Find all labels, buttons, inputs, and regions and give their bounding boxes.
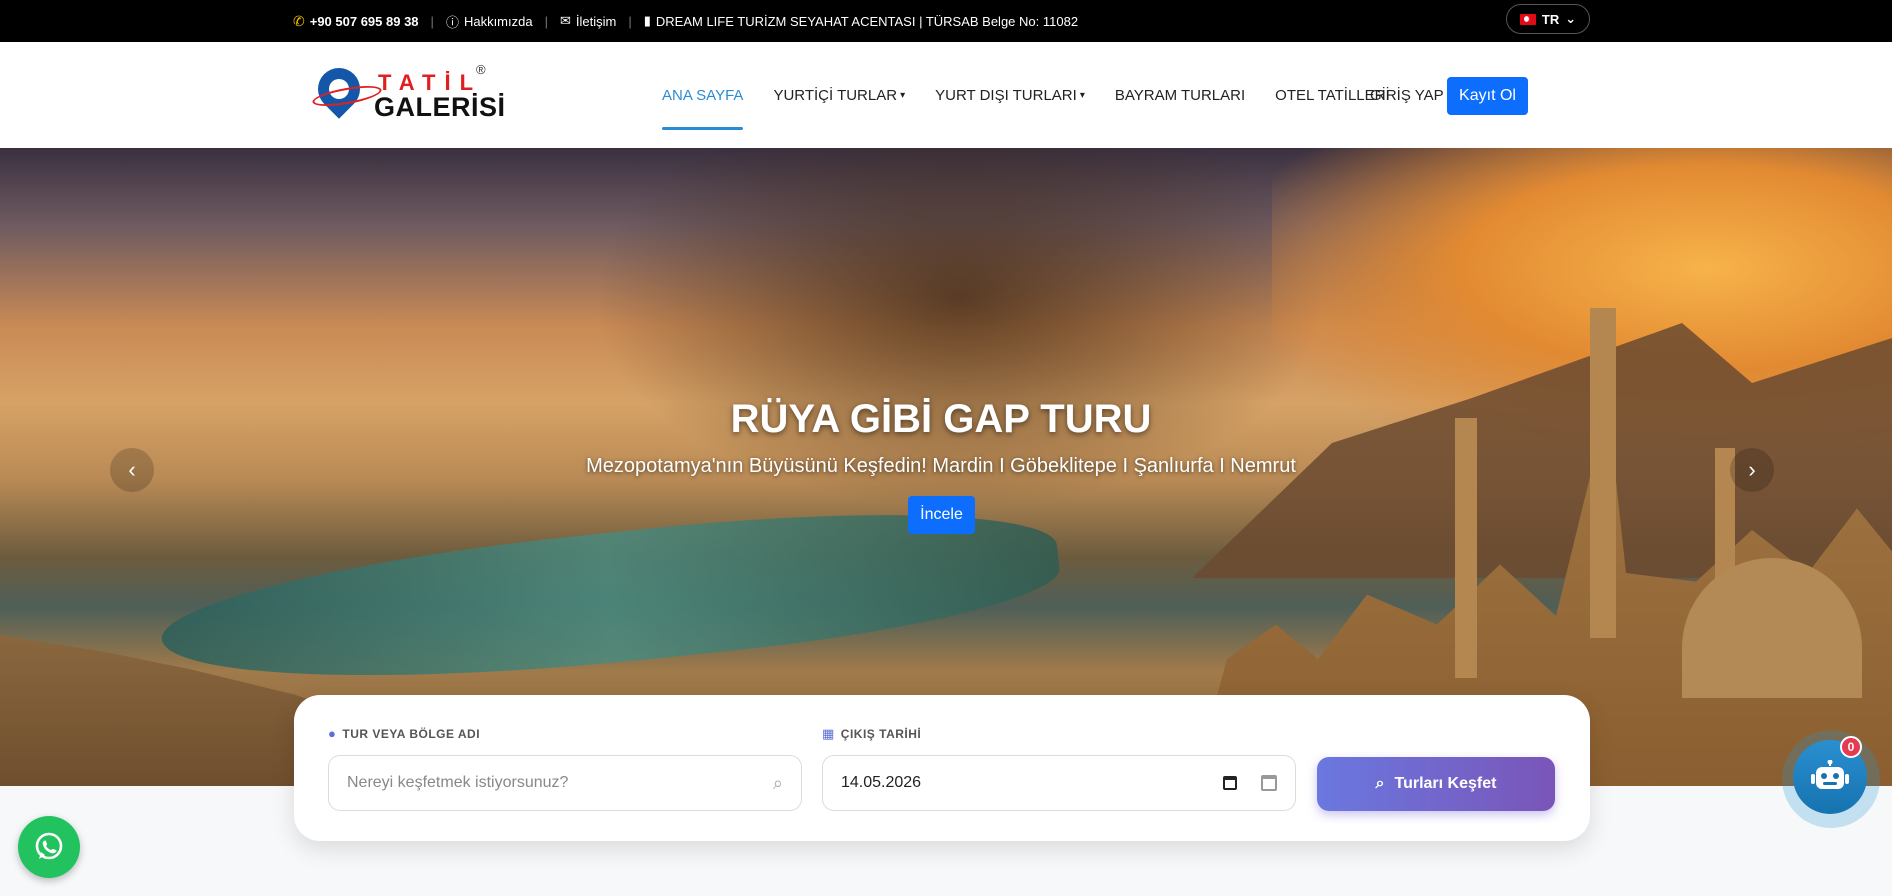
hero-view-button[interactable]: İncele bbox=[908, 496, 975, 534]
info-icon: ⓘ bbox=[445, 14, 459, 30]
agency-info: ▮ DREAM LIFE TURİZM SEYAHAT ACENTASI | T… bbox=[644, 13, 1078, 29]
slider-next-arrow-icon[interactable]: › bbox=[1730, 448, 1774, 492]
phone-number: +90 507 695 89 38 bbox=[309, 13, 419, 29]
date-label-text: ÇIKIŞ TARİHİ bbox=[840, 727, 922, 741]
agency-label: DREAM LIFE TURİZM SEYAHAT ACENTASI | TÜR… bbox=[655, 13, 1079, 29]
search-icon: ⌕ bbox=[1375, 775, 1385, 792]
top-bar: ✆ +90 507 695 89 38 | ⓘ Hakkımızda | ✉ İ… bbox=[0, 0, 1892, 42]
chevron-down-icon: ⌄ bbox=[1565, 11, 1577, 26]
caret-down-icon: ▾ bbox=[1079, 89, 1085, 101]
map-marker-icon: ● bbox=[328, 726, 337, 741]
main-navbar: TATİL GALERİSİ ® ANA SAYFA YURTİÇİ TURLA… bbox=[0, 42, 1892, 148]
robot-icon bbox=[1811, 760, 1849, 789]
register-button[interactable]: Kayıt Ol bbox=[1447, 77, 1528, 115]
building-icon: ▮ bbox=[643, 13, 651, 28]
chatbot-notification-badge: 0 bbox=[1840, 736, 1862, 758]
nav-item-international-tours[interactable]: YURT DIŞI TURLARI ▾ bbox=[935, 42, 1085, 148]
turkey-flag-icon bbox=[1519, 13, 1536, 25]
site-logo[interactable]: TATİL GALERİSİ ® bbox=[309, 59, 505, 126]
login-link[interactable]: GİRİŞ YAP bbox=[1370, 42, 1444, 148]
discover-tours-button[interactable]: ⌕ Turları Keşfet bbox=[1317, 757, 1555, 811]
discover-tours-label: Turları Keşfet bbox=[1394, 775, 1497, 792]
slider-prev-arrow-icon[interactable]: ‹ bbox=[110, 448, 154, 492]
language-label: TR bbox=[1541, 11, 1560, 27]
registered-mark: ® bbox=[476, 62, 486, 77]
about-link[interactable]: ⓘ Hakkımızda bbox=[446, 12, 533, 31]
tour-search-card: ● TUR VEYA BÖLGE ADI Nereyi keşfetmek is… bbox=[294, 695, 1590, 841]
about-label: Hakkımızda bbox=[463, 13, 533, 29]
hero-slider: RÜYA GİBİ GAP TURU Mezopotamya'nın Büyüs… bbox=[0, 148, 1892, 786]
nav-item-label: YURTİÇİ TURLAR bbox=[773, 86, 898, 104]
whatsapp-button[interactable] bbox=[18, 816, 80, 878]
contact-link[interactable]: ✉ İletişim bbox=[560, 13, 616, 29]
nav-item-label: ANA SAYFA bbox=[662, 86, 744, 104]
hero-subtitle: Mezopotamya'nın Büyüsünü Keşfedin! Mardi… bbox=[586, 455, 1296, 477]
envelope-icon: ✉ bbox=[559, 13, 571, 28]
logo-text-galerisi: GALERİSİ bbox=[374, 92, 506, 122]
calendar-icon bbox=[1261, 775, 1277, 791]
departure-date-input[interactable]: 14.05.2026 bbox=[822, 755, 1296, 811]
phone-icon: ✆ bbox=[293, 12, 305, 29]
contact-label: İletişim bbox=[575, 13, 617, 29]
nav-item-label: YURT DIŞI TURLARI bbox=[935, 86, 1077, 104]
destination-label-text: TUR VEYA BÖLGE ADI bbox=[342, 726, 481, 741]
language-selector[interactable]: TR ⌄ bbox=[1506, 4, 1590, 34]
destination-placeholder: Nereyi keşfetmek istiyorsunuz? bbox=[347, 774, 569, 791]
nav-item-domestic-tours[interactable]: YURTİÇİ TURLAR ▾ bbox=[773, 42, 905, 148]
hero-title: RÜYA GİBİ GAP TURU bbox=[730, 397, 1152, 441]
separator: | bbox=[430, 13, 434, 29]
date-value: 14.05.2026 bbox=[841, 774, 922, 791]
nav-menu: ANA SAYFA YURTİÇİ TURLAR ▾ YURT DIŞI TURL… bbox=[662, 42, 1390, 148]
search-icon: ⌕ bbox=[772, 772, 783, 793]
separator: | bbox=[628, 13, 632, 29]
nav-item-label: BAYRAM TURLARI bbox=[1114, 86, 1246, 104]
date-label: ▦ ÇIKIŞ TARİHİ bbox=[822, 726, 921, 742]
caret-down-icon: ▾ bbox=[900, 89, 906, 101]
calendar-icon: ▦ bbox=[822, 726, 835, 741]
date-picker-icon[interactable] bbox=[1223, 776, 1237, 790]
whatsapp-icon bbox=[35, 832, 63, 860]
destination-input[interactable]: Nereyi keşfetmek istiyorsunuz? ⌕ bbox=[328, 755, 802, 811]
nav-item-holiday-tours[interactable]: BAYRAM TURLARI bbox=[1115, 42, 1245, 148]
nav-item-home[interactable]: ANA SAYFA bbox=[662, 42, 744, 148]
destination-label: ● TUR VEYA BÖLGE ADI bbox=[328, 726, 480, 741]
separator: | bbox=[544, 13, 548, 29]
phone-link[interactable]: ✆ +90 507 695 89 38 bbox=[293, 13, 419, 30]
